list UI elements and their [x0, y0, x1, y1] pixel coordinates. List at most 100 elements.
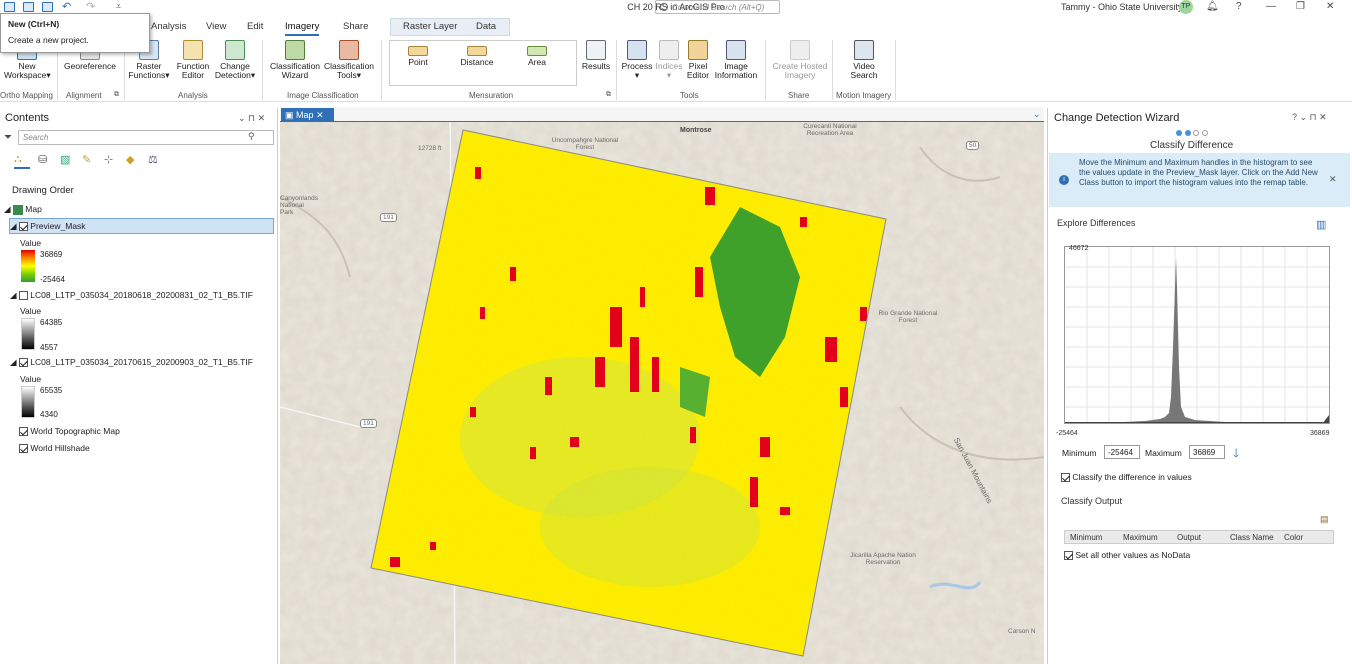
layer-b5-2018[interactable]: ◢ LC08_L1TP_035034_20180618_20200831_02_…	[10, 290, 253, 301]
filter-icon[interactable]: ⏷	[4, 132, 12, 143]
layer-visibility-checkbox[interactable]	[18, 291, 28, 301]
dialog-launcher-icon[interactable]: ⧉	[606, 91, 611, 99]
table-options-icon[interactable]: ▤	[1320, 514, 1329, 525]
change-detection-button[interactable]: Change Detection▾	[213, 40, 257, 80]
distance-button[interactable]: Distance	[457, 46, 497, 67]
layer-world-topographic[interactable]: World Topographic Map	[19, 426, 120, 437]
indices-button[interactable]: Indices ▾	[654, 40, 684, 80]
minimize-icon[interactable]: —	[1266, 1, 1276, 12]
tab-analysis[interactable]: Analysis	[151, 21, 186, 32]
explore-differences-label: Explore Differences	[1057, 218, 1136, 228]
col-output[interactable]: Output	[1177, 533, 1201, 542]
group-share: Share	[788, 91, 810, 100]
pixel-editor-icon	[688, 40, 708, 60]
divider	[832, 40, 833, 100]
snapping-icon[interactable]: ⊹	[104, 153, 113, 166]
restore-icon[interactable]: ❐	[1296, 1, 1305, 12]
pixel-editor-button[interactable]: Pixel Editor	[684, 40, 712, 80]
maximum-input[interactable]: 36869	[1189, 445, 1225, 459]
btn-label: Wizard	[281, 70, 309, 80]
point-button[interactable]: Point	[398, 46, 438, 67]
search-icon[interactable]: ⚲	[248, 131, 255, 142]
minimum-label: Minimum	[1062, 448, 1097, 458]
function-editor-button[interactable]: Function Editor	[173, 40, 213, 80]
tab-edit[interactable]: Edit	[247, 21, 263, 32]
labeling-icon[interactable]: ◆	[126, 153, 134, 166]
highway-shield: 50	[966, 141, 980, 150]
classification-wizard-icon	[285, 40, 305, 60]
contents-search-input[interactable]: Search	[18, 130, 274, 145]
perspective-icon[interactable]: ⚖	[148, 153, 158, 166]
pane-options-icon[interactable]: ⌄ ⊓ ✕	[238, 113, 265, 124]
add-new-class-icon[interactable]: 🡓	[1233, 444, 1239, 465]
btn-label: Imagery	[784, 70, 816, 80]
col-class-name[interactable]: Class Name	[1230, 533, 1274, 542]
map-tab-label: Map	[296, 110, 314, 120]
map-tab[interactable]: ▣ Map ✕	[281, 108, 334, 122]
tab-share[interactable]: Share	[343, 21, 368, 32]
checkbox-label: Set all other values as NoData	[1075, 550, 1191, 560]
data-source-icon[interactable]: ⛁	[38, 153, 47, 166]
max-handle[interactable]	[1323, 415, 1329, 423]
layer-preview-mask[interactable]: ◢ Preview_Mask	[10, 221, 86, 232]
layer-b5-2017[interactable]: ◢ LC08_L1TP_035034_20170615_20200903_02_…	[10, 357, 253, 368]
dialog-launcher-icon[interactable]: ⧉	[114, 91, 119, 99]
video-search-button[interactable]: Video Search	[842, 40, 886, 80]
close-tab-icon[interactable]: ✕	[316, 110, 324, 120]
avatar[interactable]: TP	[1179, 0, 1193, 14]
drawing-order-icon[interactable]: ⛬	[14, 153, 30, 169]
area-button[interactable]: Area	[517, 46, 557, 67]
btn-label: Georeference	[64, 61, 116, 71]
tooltip-text: Create a new project.	[8, 35, 89, 45]
checkbox[interactable]	[1061, 473, 1070, 483]
col-maximum[interactable]: Maximum	[1123, 533, 1158, 542]
selection-icon[interactable]: ▧	[60, 153, 70, 166]
tooltip-title: New (Ctrl+N)	[8, 19, 60, 29]
classify-difference-checkbox[interactable]: Classify the difference in values	[1061, 472, 1192, 483]
layer-visibility-checkbox[interactable]	[19, 444, 28, 454]
ribbon-tabs: Analysis View Edit Imagery Share	[0, 16, 1352, 36]
classification-wizard-button[interactable]: Classification Wizard	[268, 40, 322, 80]
minimum-input[interactable]: -25464	[1104, 445, 1140, 459]
process-button[interactable]: Process ▾	[620, 40, 654, 80]
image-information-button[interactable]: Image Information	[712, 40, 760, 80]
tab-view[interactable]: View	[206, 21, 226, 32]
layer-visibility-checkbox[interactable]	[18, 222, 28, 232]
group-analysis: Analysis	[178, 91, 208, 100]
maximum-label: Maximum	[1145, 448, 1182, 458]
create-hosted-imagery-button[interactable]: Create Hosted Imagery	[770, 40, 830, 80]
layer-world-hillshade[interactable]: World Hillshade	[19, 443, 90, 454]
layer-name: LC08_L1TP_035034_20170615_20200903_02_T1…	[30, 357, 253, 367]
col-color[interactable]: Color	[1284, 533, 1303, 542]
map-icon	[12, 204, 23, 215]
results-button[interactable]: Results	[580, 40, 612, 71]
user-name[interactable]: Tammy - Ohio State University	[1061, 2, 1183, 12]
map-label-curecanti: Curecanti National Recreation Area	[803, 123, 857, 137]
map-node[interactable]: ◢ Map	[4, 204, 42, 215]
col-minimum[interactable]: Minimum	[1070, 533, 1102, 542]
tab-data[interactable]: Data	[476, 21, 496, 32]
tab-list-icon[interactable]: ⌄	[1033, 109, 1041, 120]
nodata-checkbox[interactable]: Set all other values as NoData	[1064, 550, 1191, 561]
difference-histogram[interactable]: 46672	[1060, 245, 1330, 424]
layer-visibility-checkbox[interactable]	[19, 427, 28, 437]
legend-title: Value	[20, 238, 42, 248]
histogram-icon[interactable]: ▥	[1316, 218, 1326, 231]
tab-imagery[interactable]: Imagery	[285, 21, 320, 36]
map-tab-icon: ▣	[285, 110, 294, 120]
close-info-icon[interactable]: ✕	[1329, 174, 1337, 185]
divider	[616, 40, 617, 100]
map-label-peak: 12728 ft	[418, 145, 442, 152]
tab-raster-layer[interactable]: Raster Layer	[403, 21, 457, 32]
pane-options-icon[interactable]: ? ⌄ ⊓ ✕	[1292, 112, 1327, 123]
layer-visibility-checkbox[interactable]	[18, 358, 28, 368]
editing-icon[interactable]: ✎	[82, 153, 91, 166]
help-icon[interactable]: ?	[1236, 1, 1242, 12]
bell-icon[interactable]: 🔔︎	[1206, 1, 1219, 12]
command-search-input[interactable]: Command Search (Alt+Q)	[655, 0, 780, 14]
classification-tools-button[interactable]: Classification Tools▾	[322, 40, 376, 80]
checkbox[interactable]	[1064, 551, 1073, 561]
close-icon[interactable]: ✕	[1326, 1, 1334, 12]
layer-name: LC08_L1TP_035034_20180618_20200831_02_T1…	[30, 290, 253, 300]
map-view[interactable]: Montrose Uncompahgre National Forest Cur…	[280, 107, 1044, 664]
